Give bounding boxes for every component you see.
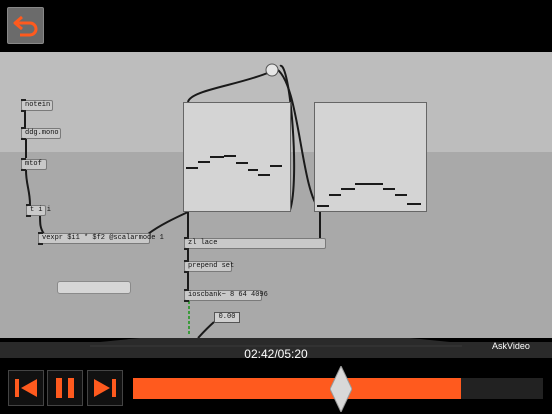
skip-back-button[interactable] [8,370,44,406]
trigger-object[interactable]: t i i [26,204,51,217]
mtof-object[interactable]: mtof [21,158,47,171]
prepend-set-object[interactable]: prepend set [184,260,234,273]
message-pill[interactable] [57,281,131,294]
skip-forward-icon [94,379,116,397]
skip-forward-button[interactable] [87,370,123,406]
skip-back-icon [15,379,37,397]
ioscbank-object[interactable]: ioscbank~ 8 64 4096 [184,289,268,302]
zl-lace-object[interactable]: zl lace [184,237,326,250]
playback-time: 02:42/05:20 [244,347,308,361]
notein-object[interactable]: notein [21,99,53,112]
pause-button[interactable] [47,370,83,406]
number-box[interactable]: 0.00 [214,312,240,323]
multislider-right[interactable] [314,102,427,212]
vexpr-object[interactable]: vexpr $i1 * $f2 @scalarmode 1 [38,232,164,245]
progress-fill [133,378,461,399]
pause-icon [56,378,74,398]
scrubber-handle[interactable] [330,366,352,412]
ddg-mono-object[interactable]: ddg.mono [21,127,61,140]
multislider-left[interactable] [183,102,291,212]
brand-logo: AskVideo [492,341,530,351]
